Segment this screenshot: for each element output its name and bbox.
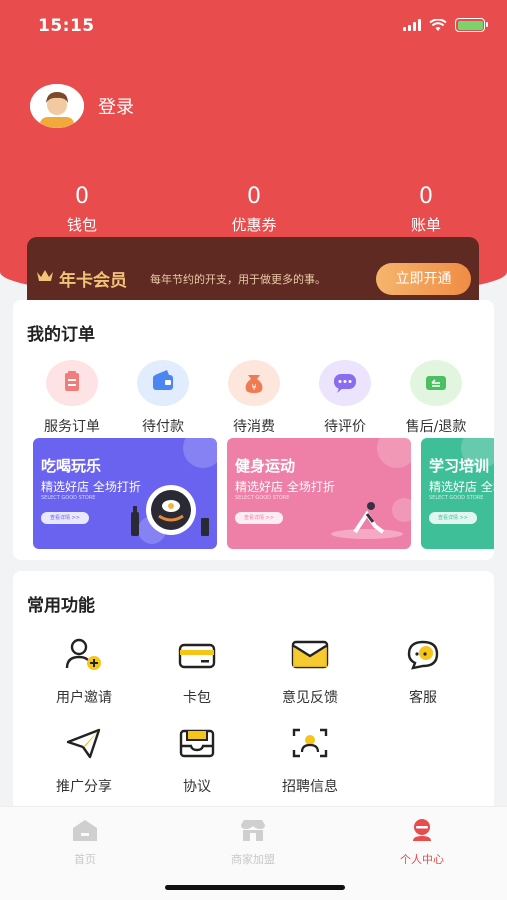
order-item-pending-review[interactable]: 待评价 (305, 360, 385, 436)
avatar[interactable] (30, 84, 84, 128)
banner-en: SELECT GOOD STORE (235, 495, 290, 501)
status-bar: 15:15 (0, 14, 507, 38)
tab-merchant-join[interactable]: 商家加盟 (198, 817, 308, 867)
func-label: 卡包 (183, 690, 211, 706)
add-user-icon (65, 638, 101, 670)
store-icon (241, 820, 265, 841)
stat-label: 钱包 (66, 216, 97, 234)
refund-icon (410, 360, 462, 406)
banner-detail-button[interactable]: 查看详情 >> (41, 512, 89, 524)
stat-coupons[interactable]: 0 优惠券 (194, 184, 314, 235)
wallet-icon (137, 360, 189, 406)
login-link[interactable]: 登录 (98, 93, 134, 119)
decor-bubble (183, 438, 217, 468)
functions-panel: 常用功能 用户邀请 卡包 意见反馈 客服 推广分享 协议 招聘信息 (13, 571, 494, 811)
vip-title: 年卡会员 (59, 271, 127, 291)
stat-label: 账单 (410, 216, 441, 234)
func-label: 协议 (183, 779, 211, 795)
func-promote-share[interactable]: 推广分享 (34, 726, 134, 796)
func-label: 用户邀请 (56, 690, 112, 706)
func-recruitment[interactable]: 招聘信息 (260, 726, 360, 796)
order-item-pending-payment[interactable]: 待付款 (123, 360, 203, 436)
scan-person-icon (292, 728, 328, 758)
stat-value: 0 (247, 184, 261, 209)
banner-en: SELECT GOOD STORE (41, 495, 96, 501)
profile-icon (413, 819, 431, 841)
card-icon (178, 643, 216, 669)
tab-label: 商家加盟 (231, 853, 275, 866)
banner-food[interactable]: 吃喝玩乐 精选好店 全场打折 SELECT GOOD STORE 查看详情 >> (33, 438, 217, 549)
func-label: 招聘信息 (282, 779, 338, 795)
promo-banners[interactable]: 吃喝玩乐 精选好店 全场打折 SELECT GOOD STORE 查看详情 >>… (33, 438, 494, 550)
order-item-after-sales[interactable]: 售后/退款 (396, 360, 476, 436)
func-label: 客服 (409, 690, 437, 706)
tab-label: 首页 (74, 853, 96, 866)
order-item-pending-use[interactable]: ¥ 待消费 (214, 360, 294, 436)
bottom-tab-bar: 首页 商家加盟 个人中心 (0, 806, 507, 900)
banner-title: 健身运动 (235, 457, 296, 475)
wifi-icon (429, 18, 447, 31)
chat-bubble-icon (319, 360, 371, 406)
func-label: 意见反馈 (282, 690, 338, 706)
order-label: 服务订单 (44, 419, 100, 435)
home-icon (73, 820, 97, 841)
banner-title: 学习培训 (429, 457, 490, 475)
func-customer-service[interactable]: 客服 (373, 637, 473, 707)
func-agreement[interactable]: 协议 (147, 726, 247, 796)
func-label: 推广分享 (56, 779, 112, 795)
vip-description: 每年节约的开支，用于做更多的事。 (150, 273, 326, 286)
decor-bubble (377, 438, 411, 468)
stat-wallet[interactable]: 0 钱包 (22, 184, 142, 235)
vip-open-button[interactable]: 立即开通 (376, 263, 471, 295)
banner-en: SELECT GOOD STORE (429, 495, 484, 501)
send-icon (66, 728, 101, 759)
orders-panel: 我的订单 服务订单 待付款 ¥ 待消费 待评价 售后/退款 吃喝玩乐 精选好店 … (13, 300, 494, 560)
customer-service-icon (407, 640, 439, 670)
vip-card[interactable]: 年卡会员 每年节约的开支，用于做更多的事。 立即开通 (27, 237, 479, 301)
svg-text:¥: ¥ (251, 383, 256, 392)
func-feedback[interactable]: 意见反馈 (260, 637, 360, 707)
tab-home[interactable]: 首页 (30, 817, 140, 867)
order-label: 售后/退款 (405, 419, 467, 435)
battery-icon (455, 18, 488, 32)
stat-bills[interactable]: 0 账单 (366, 184, 486, 235)
tab-label: 个人中心 (400, 853, 444, 866)
banner-subtitle: 精选好店 全场打折 (235, 480, 335, 494)
order-label: 待消费 (233, 419, 275, 435)
profile-row[interactable]: 登录 (30, 84, 134, 128)
inbox-icon (179, 729, 215, 758)
functions-title: 常用功能 (27, 596, 95, 616)
banner-training[interactable]: 学习培训 精选好店 全场打折 SELECT GOOD STORE 查看详情 >> (421, 438, 494, 549)
status-time: 15:15 (38, 16, 95, 36)
status-icons (403, 18, 488, 32)
banner-title: 吃喝玩乐 (41, 457, 102, 475)
banner-detail-button[interactable]: 查看详情 >> (429, 512, 477, 524)
yoga-figure-icon (331, 502, 403, 539)
envelope-icon (291, 640, 329, 669)
order-label: 待付款 (142, 419, 184, 435)
banner-detail-button[interactable]: 查看详情 >> (235, 512, 283, 524)
money-bag-icon: ¥ (228, 360, 280, 406)
banner-fitness[interactable]: 健身运动 精选好店 全场打折 SELECT GOOD STORE 查看详情 >> (227, 438, 411, 549)
stat-label: 优惠券 (231, 216, 277, 234)
home-indicator (165, 885, 345, 890)
clipboard-icon (46, 360, 98, 406)
signal-icon (403, 19, 421, 31)
food-plate-icon (131, 485, 209, 536)
banner-subtitle: 精选好店 全场打折 (429, 480, 494, 494)
orders-title: 我的订单 (27, 325, 95, 345)
stat-value: 0 (75, 184, 89, 209)
stat-value: 0 (419, 184, 433, 209)
func-card-pack[interactable]: 卡包 (147, 637, 247, 707)
func-invite-user[interactable]: 用户邀请 (34, 637, 134, 707)
crown-icon (37, 270, 53, 281)
order-item-service[interactable]: 服务订单 (32, 360, 112, 436)
order-label: 待评价 (324, 419, 366, 435)
tab-personal-center[interactable]: 个人中心 (367, 817, 477, 867)
